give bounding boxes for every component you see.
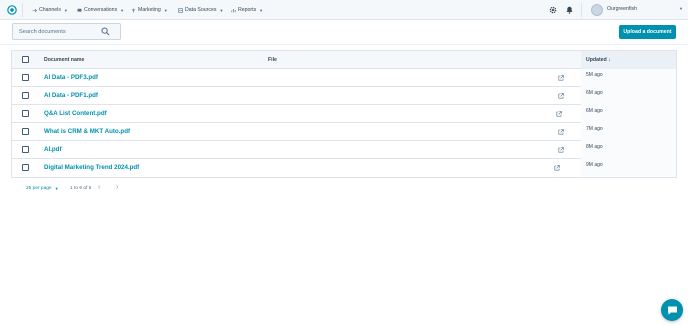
marketing-icon [131, 8, 136, 12]
upload-document-button[interactable]: Upload a document [619, 25, 676, 39]
external-link-icon[interactable] [558, 129, 564, 135]
column-header-updated[interactable]: Updated ↓ [586, 57, 611, 63]
updated-time: 9M ago [586, 162, 603, 168]
row-checkbox[interactable] [22, 110, 29, 117]
nav-item-reports[interactable]: Reports ▼ [231, 0, 263, 20]
row-checkbox[interactable] [22, 128, 29, 135]
nav-item-channels[interactable]: Channels ▼ [32, 0, 68, 20]
next-page-icon[interactable]: › [116, 184, 118, 191]
channels-icon [32, 8, 37, 12]
chevron-down-icon: ▼ [63, 7, 68, 13]
reports-icon [231, 8, 236, 12]
app-logo-icon[interactable] [7, 5, 17, 15]
document-name-link[interactable]: Q&A List Content.pdf [44, 110, 107, 117]
select-all-checkbox[interactable] [22, 56, 29, 63]
table-row[interactable]: What is CRM & MKT Auto.pdf 7M ago [12, 123, 676, 141]
document-name-link[interactable]: What is CRM & MKT Auto.pdf [44, 128, 130, 135]
document-name-link[interactable]: AI Data - PDF3.pdf [44, 74, 98, 81]
nav-item-data-sources[interactable]: Data Sources ▼ [178, 0, 223, 20]
nav-divider [22, 3, 23, 17]
gear-icon[interactable] [549, 6, 557, 14]
table-row[interactable]: Digital Marketing Trend 2024.pdf 9M ago [12, 159, 676, 177]
nav-item-label: Channels [39, 7, 61, 13]
chevron-down-icon: ▼ [163, 7, 168, 13]
external-link-icon[interactable] [558, 93, 564, 99]
column-header-file[interactable]: File [268, 57, 277, 63]
chat-launcher-button[interactable] [661, 299, 683, 321]
nav-item-label: Conversations [84, 7, 118, 13]
per-page-select[interactable]: 25 per page ▼ [26, 184, 59, 192]
previous-page-icon[interactable]: ‹ [98, 184, 100, 191]
table-row[interactable]: Q&A List Content.pdf 6M ago [12, 105, 676, 123]
chevron-down-icon: ▼ [120, 7, 125, 13]
account-name[interactable]: Ourgreenfish [607, 6, 637, 12]
caret-down-icon: ▼ [54, 185, 59, 191]
conversations-icon [77, 8, 82, 12]
row-checkbox[interactable] [22, 164, 29, 171]
top-navigation: Channels ▼ Conversations ▼ Marketing ▼ D… [0, 0, 688, 20]
column-header-document-name[interactable]: Document name [44, 57, 84, 63]
chat-bubble-icon [667, 306, 677, 315]
avatar[interactable] [591, 4, 603, 16]
row-checkbox[interactable] [22, 74, 29, 81]
updated-time: 6M ago [586, 90, 603, 96]
row-checkbox[interactable] [22, 92, 29, 99]
document-name-link[interactable]: AI.pdf [44, 146, 62, 153]
external-link-icon[interactable] [554, 165, 560, 171]
nav-item-label: Marketing [138, 7, 161, 13]
table-header: Document name File Updated ↓ [12, 51, 676, 69]
table-row[interactable]: AI Data - PDF3.pdf 5M ago [12, 69, 676, 87]
bell-icon[interactable] [566, 6, 573, 14]
chevron-down-icon: ▼ [259, 7, 264, 13]
documents-table: Document name File Updated ↓ AI Data - P… [11, 50, 677, 178]
chevron-down-icon[interactable]: ▼ [679, 6, 683, 11]
updated-time: 7M ago [586, 126, 603, 132]
external-link-icon[interactable] [556, 111, 562, 117]
table-row[interactable]: AI Data - PDF1.pdf 6M ago [12, 87, 676, 105]
row-checkbox[interactable] [22, 146, 29, 153]
nav-divider [581, 3, 582, 17]
search-input[interactable] [13, 24, 99, 39]
updated-time: 6M ago [586, 108, 603, 114]
nav-item-marketing[interactable]: Marketing ▼ [131, 0, 168, 20]
page-count: 1 to 6 of 6 [70, 185, 92, 191]
per-page-label: 25 per page [26, 185, 52, 191]
updated-time: 5M ago [586, 72, 603, 78]
external-link-icon[interactable] [558, 75, 564, 81]
search-icon[interactable] [101, 27, 110, 36]
nav-item-label: Reports [238, 7, 257, 13]
search-box [12, 23, 121, 40]
chevron-down-icon: ▼ [219, 7, 224, 13]
document-name-link[interactable]: Digital Marketing Trend 2024.pdf [44, 164, 139, 171]
data-sources-icon [178, 7, 183, 13]
table-row[interactable]: AI.pdf 8M ago [12, 141, 676, 159]
document-name-link[interactable]: AI Data - PDF1.pdf [44, 92, 98, 99]
nav-item-conversations[interactable]: Conversations ▼ [77, 0, 124, 20]
nav-item-label: Data Sources [185, 7, 217, 13]
updated-time: 8M ago [586, 144, 603, 150]
divider [0, 44, 688, 45]
external-link-icon[interactable] [558, 147, 564, 153]
